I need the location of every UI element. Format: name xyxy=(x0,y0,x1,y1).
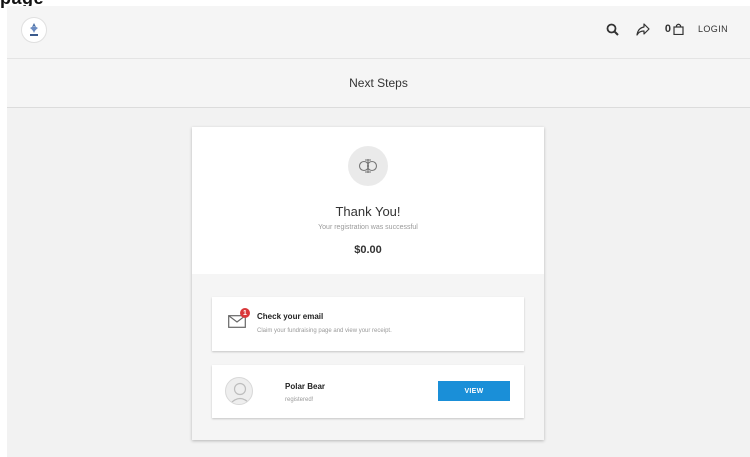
header-actions: 0 LOGIN xyxy=(605,21,728,37)
top-nav: 0 LOGIN xyxy=(7,6,750,58)
share-icon[interactable] xyxy=(635,21,651,37)
user-icon xyxy=(229,382,251,404)
check-email-title: Check your email xyxy=(257,312,324,321)
org-logo[interactable] xyxy=(21,17,47,43)
registration-status-text: Your registration was successful xyxy=(318,224,418,231)
confirmation-card: Thank You! Your registration was success… xyxy=(192,127,544,440)
cart-button[interactable]: 0 xyxy=(665,23,684,35)
app-window: 0 LOGIN Next Steps Thank You! Your regis… xyxy=(7,6,750,457)
ribbon-icon xyxy=(358,159,378,173)
view-button[interactable]: VIEW xyxy=(438,381,510,401)
participant-panel: Polar Bear registered! VIEW xyxy=(212,365,524,418)
page-title-bar: Next Steps xyxy=(7,58,750,108)
participant-name: Polar Bear xyxy=(285,382,326,391)
confirmation-summary: Thank You! Your registration was success… xyxy=(192,127,544,274)
check-email-description: Claim your fundraising page and view you… xyxy=(257,328,392,334)
success-badge xyxy=(348,146,388,186)
page-title: Next Steps xyxy=(349,76,408,90)
notification-badge: 1 xyxy=(240,308,250,318)
thank-you-heading: Thank You! xyxy=(335,204,401,219)
login-link[interactable]: LOGIN xyxy=(698,24,728,34)
search-icon[interactable] xyxy=(605,21,621,37)
amount-total: $0.00 xyxy=(354,244,382,256)
avatar xyxy=(225,377,253,405)
logo-icon xyxy=(30,23,38,36)
cart-count: 0 xyxy=(664,23,671,35)
bag-icon xyxy=(673,23,684,35)
envelope-wrapper: 1 xyxy=(228,308,250,328)
check-email-panel: 1 Check your email Claim your fundraisin… xyxy=(212,297,524,351)
participant-status: registered! xyxy=(285,397,314,403)
